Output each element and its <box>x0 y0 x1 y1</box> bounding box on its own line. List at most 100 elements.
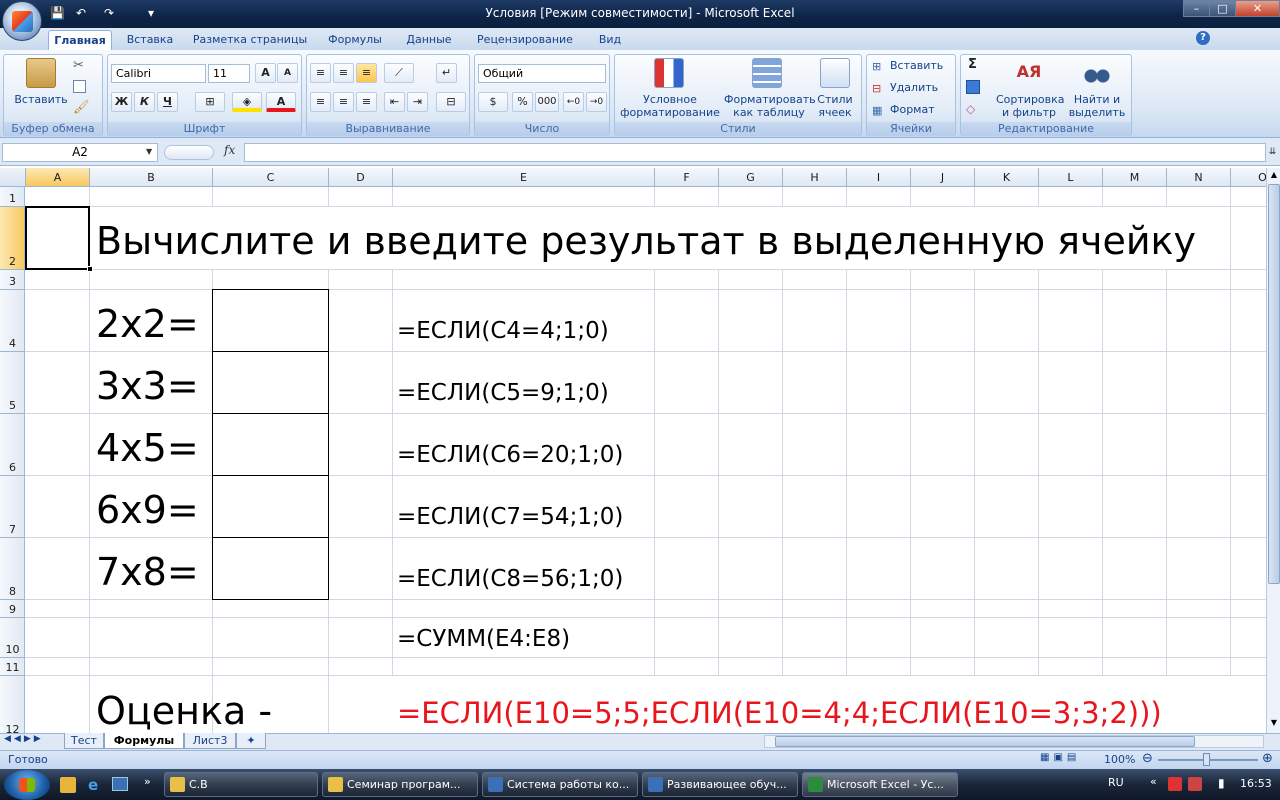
row-header-10[interactable]: 10 <box>0 618 25 658</box>
column-header-a[interactable]: A <box>26 168 90 187</box>
column-header-i[interactable]: I <box>847 168 911 187</box>
fill-color-icon[interactable]: ◈ <box>232 92 262 112</box>
delete-cells-button[interactable]: Удалить <box>872 81 954 94</box>
font-color-icon[interactable]: A <box>266 92 296 112</box>
name-box[interactable]: A2 <box>2 143 158 162</box>
decrease-decimal-icon[interactable]: →0 <box>586 92 607 112</box>
font-name-select[interactable]: Calibri <box>111 64 206 83</box>
task-item-seminar[interactable]: Семинар програм... <box>322 772 478 797</box>
clear-icon[interactable]: ◇ <box>966 102 975 116</box>
redo-icon[interactable]: ↷ <box>104 5 114 22</box>
row-header-1[interactable]: 1 <box>0 187 25 207</box>
zoom-in-icon[interactable]: ⊕ <box>1262 751 1273 766</box>
column-header-b[interactable]: B <box>90 168 213 187</box>
expand-formula-icon[interactable]: ⇊ <box>1266 143 1279 162</box>
task-b7[interactable]: 6x9= <box>96 488 199 532</box>
qat-customize-icon[interactable]: ▾ <box>148 5 154 22</box>
zoom-slider-thumb[interactable] <box>1203 753 1210 766</box>
column-header-e[interactable]: E <box>393 168 655 187</box>
tab-home[interactable]: Главная <box>48 30 112 50</box>
fill-icon[interactable] <box>966 80 980 94</box>
save-icon[interactable]: 💾 <box>50 5 65 22</box>
grade-label-b12[interactable]: Оценка - <box>96 688 272 733</box>
column-header-l[interactable]: L <box>1039 168 1103 187</box>
scroll-up-icon[interactable]: ▲ <box>1268 168 1280 182</box>
align-right-icon[interactable]: ≡ <box>356 92 377 112</box>
column-header-o[interactable]: O <box>1231 168 1266 187</box>
view-buttons-icon[interactable]: ▦▣▤ <box>1040 752 1094 767</box>
fill-handle[interactable] <box>87 266 93 272</box>
row-header-8[interactable]: 8 <box>0 538 25 600</box>
row-header-5[interactable]: 5 <box>0 352 25 414</box>
font-size-select[interactable]: 11 <box>208 64 250 83</box>
tab-formulas[interactable]: Формулы <box>318 30 392 50</box>
merge-center-icon[interactable]: ⊟ <box>436 92 466 112</box>
align-center-icon[interactable]: ≡ <box>333 92 354 112</box>
help-icon[interactable]: ? <box>1196 31 1210 45</box>
increase-decimal-icon[interactable]: ←0 <box>563 92 584 112</box>
answer-cell-c4[interactable] <box>212 289 329 352</box>
borders-icon[interactable]: ⊞ <box>195 92 225 112</box>
row-header-3[interactable]: 3 <box>0 270 25 290</box>
bold-button[interactable]: Ж <box>111 92 132 112</box>
answer-cell-c5[interactable] <box>212 351 329 414</box>
tab-review[interactable]: Рецензирование <box>466 30 584 50</box>
copy-icon[interactable] <box>73 80 86 93</box>
column-header-h[interactable]: H <box>783 168 847 187</box>
sheet-nav-icon[interactable]: ◀◀▶▶ <box>4 734 44 744</box>
vertical-scrollbar[interactable]: ▲ ▼ <box>1266 168 1280 733</box>
find-select-button[interactable]: Найти и выделить <box>1066 93 1128 119</box>
task-item-folder[interactable]: С.В <box>164 772 318 797</box>
check-formula-e5[interactable]: =ЕСЛИ(C5=9;1;0) <box>397 378 609 408</box>
align-middle-icon[interactable]: ≡ <box>333 63 354 83</box>
row-header-7[interactable]: 7 <box>0 476 25 538</box>
tray-expand-icon[interactable]: « <box>1150 775 1157 788</box>
horizontal-scrollbar[interactable] <box>764 735 1264 748</box>
cell-styles-button[interactable]: Стили ячеек <box>812 93 858 119</box>
currency-icon[interactable]: $ <box>478 92 508 112</box>
row-header-12[interactable]: 12 <box>0 676 25 733</box>
minimize-button[interactable]: – <box>1183 0 1210 17</box>
sort-filter-button[interactable]: Сортировка и фильтр <box>996 93 1065 119</box>
shrink-font-icon[interactable]: A <box>277 63 298 83</box>
column-header-d[interactable]: D <box>329 168 393 187</box>
decrease-indent-icon[interactable]: ⇤ <box>384 92 405 112</box>
sheet-tab-list3[interactable]: Лист3 <box>184 733 236 749</box>
sum-formula-e10[interactable]: =СУММ(E4:E8) <box>397 624 570 654</box>
check-formula-e8[interactable]: =ЕСЛИ(C8=56;1;0) <box>397 564 623 594</box>
tab-view[interactable]: Вид <box>588 30 632 50</box>
answer-cell-c8[interactable] <box>212 537 329 600</box>
align-left-icon[interactable]: ≡ <box>310 92 331 112</box>
select-all-button[interactable] <box>0 168 26 187</box>
row-header-6[interactable]: 6 <box>0 414 25 476</box>
format-painter-icon[interactable]: 🖌 <box>73 100 90 115</box>
tab-data[interactable]: Данные <box>396 30 462 50</box>
column-header-g[interactable]: G <box>719 168 783 187</box>
cut-icon[interactable]: ✂ <box>73 58 84 73</box>
autosum-button[interactable]: Σ <box>968 57 977 72</box>
column-header-k[interactable]: K <box>975 168 1039 187</box>
task-b4[interactable]: 2x2= <box>96 302 199 346</box>
increase-indent-icon[interactable]: ⇥ <box>407 92 428 112</box>
insert-function-button[interactable]: fx <box>224 143 235 157</box>
h-scroll-thumb[interactable] <box>775 736 1195 747</box>
start-button[interactable] <box>4 770 50 800</box>
align-top-icon[interactable]: ≡ <box>310 63 331 83</box>
percent-button[interactable]: % <box>512 92 533 112</box>
italic-button[interactable]: К <box>134 92 155 112</box>
insert-cells-button[interactable]: Вставить <box>872 59 954 72</box>
close-button[interactable]: ✕ <box>1235 0 1280 17</box>
worksheet-grid[interactable]: A B C D E F G H I J K L M N O 1 2 3 4 5 … <box>0 168 1266 733</box>
sheet-tab-formulas[interactable]: Формулы <box>104 733 184 749</box>
row-header-11[interactable]: 11 <box>0 658 25 676</box>
column-header-f[interactable]: F <box>655 168 719 187</box>
zoom-level[interactable]: 100% <box>1104 753 1135 766</box>
undo-icon[interactable]: ↶ <box>76 5 86 22</box>
maximize-button[interactable]: □ <box>1209 0 1236 17</box>
wrap-text-icon[interactable]: ↵ <box>436 63 457 83</box>
check-formula-e4[interactable]: =ЕСЛИ(C4=4;1;0) <box>397 316 609 346</box>
sheet-tab-test[interactable]: Тест <box>64 733 104 749</box>
column-header-m[interactable]: M <box>1103 168 1167 187</box>
grade-formula-e12[interactable]: =ЕСЛИ(E10=5;5;ЕСЛИ(E10=4;4;ЕСЛИ(E10=3;3;… <box>397 695 1162 731</box>
task-item-system[interactable]: Система работы ко... <box>482 772 638 797</box>
